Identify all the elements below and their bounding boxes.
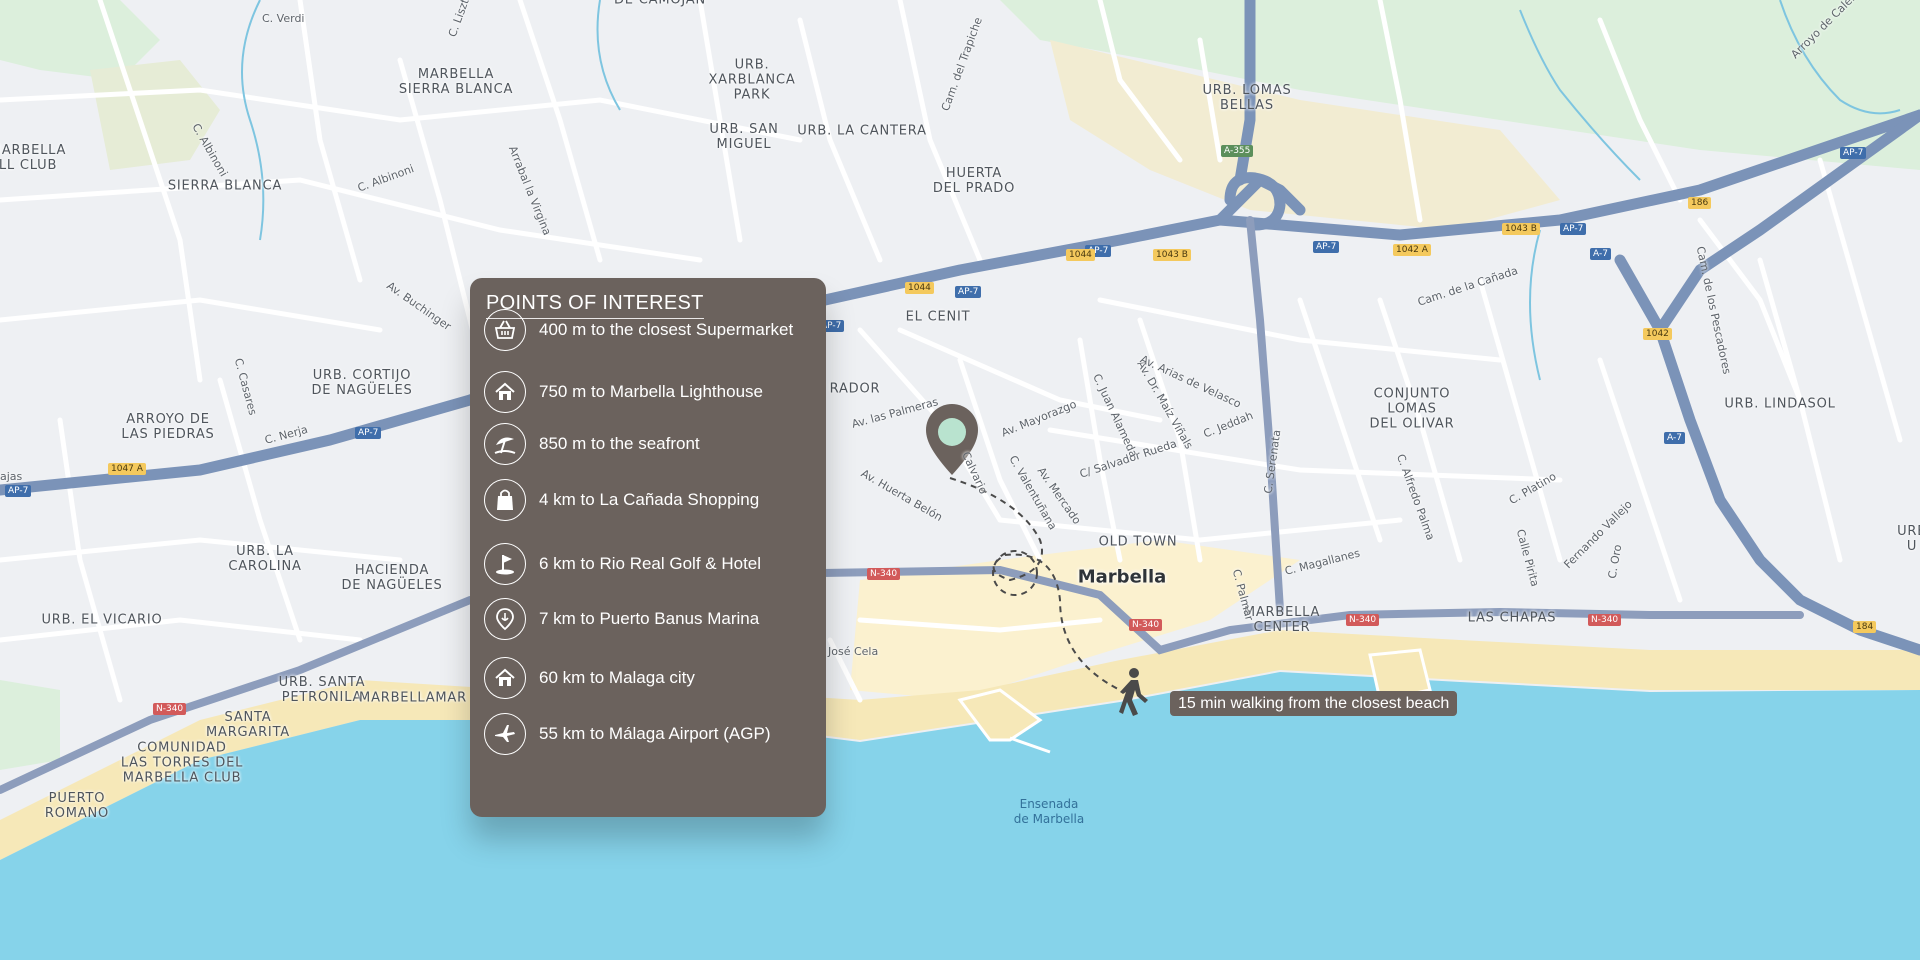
road-badge: AP-7 (1840, 147, 1867, 159)
poi-item: 7 km to Puerto Banus Marina (484, 597, 820, 641)
area-label: URB. LINDASOL (1724, 396, 1836, 412)
road-badge: AP-7 (1313, 241, 1340, 253)
area-label: PUERTO ROMANO (44, 791, 110, 821)
area-label: URB. EL VICARIO (41, 612, 163, 628)
poi-text: 750 m to Marbella Lighthouse (539, 382, 763, 401)
road-badge: A-7 (1664, 432, 1685, 444)
poi-text: 60 km to Malaga city (539, 668, 695, 687)
road-badge: 1047 A (108, 463, 146, 475)
road-badge: 1043 B (1502, 223, 1540, 235)
area-label: URB. XARBLANCA PARK (708, 57, 796, 103)
area-label: EL CENIT (905, 309, 971, 325)
water-label: Ensenada de Marbella (1013, 797, 1085, 826)
area-label: MARBELLA CENTER (1243, 605, 1321, 635)
road-badge: AP-7 (355, 427, 382, 439)
shopping-bag-icon (484, 479, 526, 521)
area-label: LAS CHAPAS (1467, 610, 1557, 626)
road-badge: N-340 (1588, 614, 1622, 626)
beach-umbrella-icon (484, 423, 526, 465)
shopping-basket-icon (484, 309, 526, 351)
poi-text: 4 km to La Cañada Shopping (539, 490, 760, 509)
points-of-interest-panel: POINTS OF INTEREST 400 m to the closest … (470, 278, 826, 817)
road-badge: A-355 (1221, 145, 1254, 157)
poi-item: 850 m to the seafront (484, 422, 820, 466)
area-label: URB. LA CANTERA (797, 123, 927, 139)
area-label: HACIENDA DE NAGÜELES (341, 563, 443, 593)
road-badge: N-340 (153, 703, 187, 715)
area-label: URB. SANTA PETRONILA (278, 675, 366, 705)
road-badge: AP-7 (955, 286, 982, 298)
poi-item: 60 km to Malaga city (484, 656, 820, 700)
road-badge: 1042 (1643, 328, 1672, 340)
area-label: MARBELLAMAR (359, 690, 467, 706)
poi-text: 6 km to Rio Real Golf & Hotel (539, 554, 762, 573)
area-label: COMUNIDAD LAS TORRES DEL MARBELLA CLUB (120, 740, 244, 786)
area-label: URB. LOMAS BELLAS (1202, 83, 1292, 113)
road-badge: AP-7 (5, 485, 32, 497)
map-canvas[interactable] (0, 0, 1920, 960)
road-badge: N-340 (1129, 619, 1163, 631)
area-label: SIERRA BLANCA (167, 178, 283, 194)
area-label: ARROYO DE LAS PIEDRAS (121, 412, 215, 442)
road-badge: 184 (1853, 621, 1877, 633)
area-label: RADOR (829, 381, 881, 397)
area-label: URB. CORTIJO DE NAGÜELES (311, 368, 413, 398)
poi-item: 4 km to La Cañada Shopping (484, 478, 820, 522)
area-label: URB. SAN MIGUEL (709, 122, 779, 152)
road-badge: A-7 (1590, 248, 1611, 260)
area-label: URB U (1897, 524, 1920, 554)
road-badge: 1043 B (1153, 249, 1191, 261)
park-area (0, 680, 60, 770)
street-label: C. Verdi (262, 12, 305, 25)
road-badge: 186 (1688, 197, 1712, 209)
golf-flag-icon (484, 543, 526, 585)
road-badge: 1042 A (1393, 244, 1431, 256)
marina-pin-icon (484, 598, 526, 640)
poi-item: 400 m to the closest Supermarket (484, 308, 820, 352)
area-label: MARBELLA SIERRA BLANCA (398, 67, 514, 97)
poi-text: 7 km to Puerto Banus Marina (539, 609, 760, 628)
road-badge: 1044 (1066, 249, 1095, 261)
street-label: José Cela (828, 645, 879, 658)
poi-text: 400 m to the closest Supermarket (539, 320, 794, 339)
poi-text: 55 km to Málaga Airport (AGP) (539, 724, 771, 743)
area-label: HUERTA DEL PRADO (932, 166, 1016, 196)
road-badge: AP-7 (1560, 223, 1587, 235)
area-label: MARBELLA LL CLUB (0, 143, 67, 173)
poi-text: 850 m to the seafront (539, 434, 700, 453)
walking-callout: 15 min walking from the closest beach (1170, 691, 1458, 716)
town-label: Marbella (1077, 566, 1167, 588)
road-badge: N-340 (867, 568, 901, 580)
airplane-icon (484, 713, 526, 755)
road-badge: N-340 (1346, 614, 1380, 626)
area-label: SANTA MARGARITA (205, 710, 291, 740)
home-icon (484, 657, 526, 699)
street-label: ajas (0, 470, 23, 483)
road-badge: 1044 (905, 282, 934, 294)
area-label: DE CAMOJÁN (614, 0, 706, 8)
home-icon (484, 371, 526, 413)
poi-item: 6 km to Rio Real Golf & Hotel (484, 542, 820, 586)
poi-item: 55 km to Málaga Airport (AGP) (484, 712, 820, 756)
area-label: CONJUNTO LOMAS DEL OLIVAR (1369, 386, 1455, 432)
area-label: OLD TOWN (1098, 534, 1178, 550)
poi-item: 750 m to Marbella Lighthouse (484, 370, 820, 414)
area-label: URB. LA CAROLINA (228, 544, 302, 574)
